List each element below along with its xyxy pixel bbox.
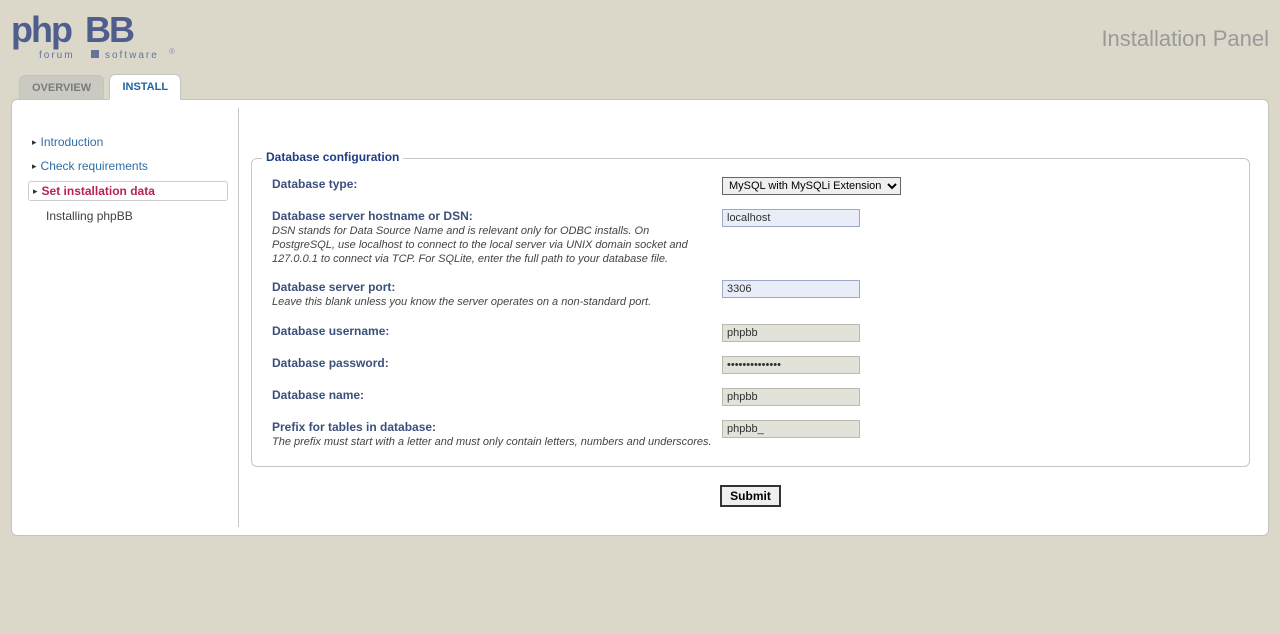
main-content: Database configuration Database type: My… [239,108,1261,527]
hint-db-prefix: The prefix must start with a letter and … [272,436,712,450]
input-db-pass[interactable] [722,356,860,374]
sidebar-link[interactable]: Introduction [41,135,104,149]
field-row-db-pass: Database password: [272,356,1229,374]
bullet-icon: ▸ [32,161,37,171]
label-db-prefix: Prefix for tables in database: [272,420,436,434]
svg-text:php: php [11,9,72,50]
field-row-db-prefix: Prefix for tables in database: The prefi… [272,420,1229,450]
svg-text:®: ® [169,47,175,56]
tab-overview[interactable]: OVERVIEW [19,75,104,100]
label-db-port: Database server port: [272,280,395,294]
field-row-db-type: Database type: MySQL with MySQLi Extensi… [272,177,1229,195]
sidebar-item-installing-phpbb: Installing phpBB [28,207,228,225]
label-db-pass: Database password: [272,356,389,370]
bullet-icon: ▸ [32,137,37,147]
svg-text:forum: forum [39,50,75,61]
fieldset-legend: Database configuration [262,150,403,164]
input-db-host[interactable] [722,209,860,227]
main-panel: ▸ Introduction ▸ Check requirements ▸ Set i… [11,99,1269,536]
field-row-db-host: Database server hostname or DSN: DSN sta… [272,209,1229,266]
input-db-port[interactable] [722,280,860,298]
select-db-type[interactable]: MySQL with MySQLi Extension [722,177,901,195]
svg-text:BB: BB [85,9,134,50]
sidebar-link[interactable]: Check requirements [41,159,148,173]
label-db-type: Database type: [272,177,357,191]
svg-text:software: software [105,50,159,61]
sidebar: ▸ Introduction ▸ Check requirements ▸ Set i… [20,108,239,527]
field-row-db-name: Database name: [272,388,1229,406]
sidebar-link[interactable]: Set installation data [42,184,155,198]
field-row-db-user: Database username: [272,324,1229,342]
label-db-host: Database server hostname or DSN: [272,209,473,223]
page-title: Installation Panel [1101,26,1269,52]
header: php BB forum software ® Installation Pan… [11,10,1269,70]
field-row-db-port: Database server port: Leave this blank u… [272,280,1229,310]
sidebar-item-check-requirements[interactable]: ▸ Check requirements [28,157,228,175]
bullet-icon: ▸ [33,186,38,196]
submit-button[interactable] [720,485,781,507]
label-db-name: Database name: [272,388,364,402]
label-db-user: Database username: [272,324,389,338]
sidebar-item-introduction[interactable]: ▸ Introduction [28,133,228,151]
hint-db-host: DSN stands for Data Source Name and is r… [272,225,712,266]
input-db-user[interactable] [722,324,860,342]
sidebar-label: Installing phpBB [46,209,133,223]
tabs: OVERVIEW INSTALL [11,74,1269,100]
input-db-name[interactable] [722,388,860,406]
submit-row [251,485,1250,507]
phpbb-logo-icon: php BB forum software ® [11,8,181,68]
sidebar-item-set-installation-data[interactable]: ▸ Set installation data [28,181,228,201]
tab-install[interactable]: INSTALL [109,74,181,100]
form-fieldset: Database configuration Database type: My… [251,158,1250,467]
input-db-prefix[interactable] [722,420,860,438]
phpbb-logo: php BB forum software ® [11,8,181,68]
hint-db-port: Leave this blank unless you know the ser… [272,296,712,310]
